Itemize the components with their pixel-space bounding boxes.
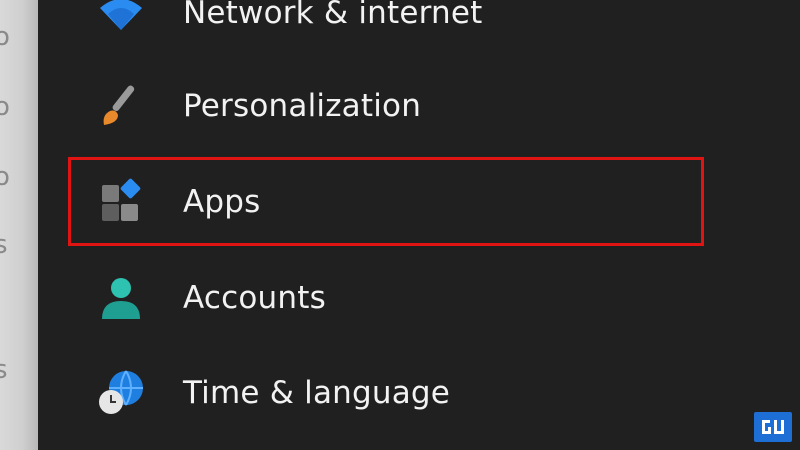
- nav-item-label: Personalization: [183, 88, 422, 124]
- highlight-box: [68, 157, 704, 246]
- settings-window: o o o s l s Network & internet: [0, 0, 800, 450]
- nav-item-label: Network & internet: [183, 0, 483, 31]
- background-window-edge: o o o s l s: [0, 0, 38, 450]
- globe-clock-icon: [96, 368, 146, 418]
- paintbrush-icon: [96, 81, 146, 131]
- wifi-icon: [96, 0, 146, 38]
- person-icon: [96, 273, 146, 323]
- nav-item-network-internet[interactable]: Network & internet: [96, 0, 716, 53]
- nav-item-personalization[interactable]: Personalization: [96, 66, 716, 146]
- nav-item-label: Accounts: [183, 280, 326, 316]
- gadgets-logo-icon: [754, 412, 792, 442]
- nav-item-label: Time & language: [183, 375, 451, 411]
- nav-item-accounts[interactable]: Accounts: [96, 258, 716, 338]
- nav-item-time-language[interactable]: Time & language: [96, 353, 716, 433]
- settings-navigation: Network & internet Personalization Apps …: [38, 0, 800, 450]
